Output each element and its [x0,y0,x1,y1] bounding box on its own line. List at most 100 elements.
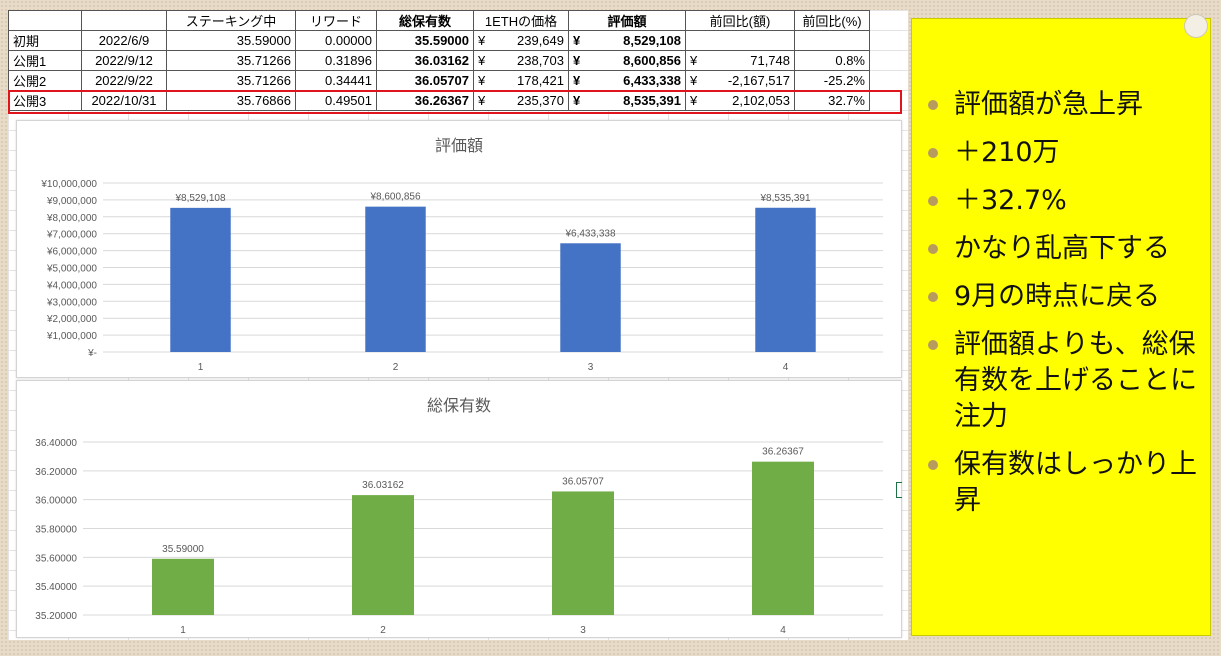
y-tick-label: 36.20000 [35,467,77,478]
header-cell[interactable] [8,10,82,31]
data-label: ¥8,535,391 [759,193,810,204]
yen-sign: ¥ [690,73,698,88]
bullet-icon [928,196,938,206]
staking-cell[interactable]: 35.76866 [166,90,296,111]
total-cell[interactable]: 36.05707 [376,70,474,91]
pct-cell[interactable]: 0.8% [794,50,870,71]
staking-cell[interactable]: 35.59000 [166,30,296,51]
row-label[interactable]: 公開3 [8,90,82,111]
bar [170,207,231,352]
bullet-icon [928,292,938,302]
value-cell[interactable]: ¥8,535,391 [568,90,686,111]
reward-cell[interactable]: 0.31896 [295,50,377,71]
price-cell[interactable]: ¥178,421 [473,70,569,91]
y-tick-label: ¥- [87,348,97,359]
note-text: ＋210万 [954,137,1060,168]
bar [552,491,614,615]
data-label: 36.03162 [362,480,404,491]
value-cell[interactable]: ¥6,433,338 [568,70,686,91]
yen-sign: ¥ [573,73,581,88]
pct-cell[interactable] [794,30,870,51]
value-cell[interactable]: ¥8,529,108 [568,30,686,51]
yen-sign: ¥ [478,73,486,88]
header-cell[interactable]: 前回比(%) [794,10,870,31]
row-label[interactable]: 公開2 [8,70,82,91]
yen-sign: ¥ [573,53,581,68]
header-cell[interactable]: ステーキング中 [166,10,296,31]
bar [755,207,816,352]
note-text: ＋32.7% [954,185,1067,216]
staking-cell[interactable]: 35.71266 [166,70,296,91]
price-value: 239,649 [517,33,564,48]
total-cell[interactable]: 36.26367 [376,90,474,111]
table-row: 公開3 2022/10/31 35.76866 0.49501 36.26367… [8,90,870,111]
y-tick-label: ¥2,000,000 [46,314,97,325]
notes-panel: 評価額が急上昇 ＋210万 ＋32.7% かなり乱高下する 9月の時点に戻る 評… [911,18,1211,636]
note-item: 評価額よりも、総保有数を上げることに注力 [926,327,1210,435]
pct-cell[interactable]: 32.7% [794,90,870,111]
reward-cell[interactable]: 0.00000 [295,30,377,51]
price-cell[interactable]: ¥235,370 [473,90,569,111]
row-label[interactable]: 公開1 [8,50,82,71]
row-label[interactable]: 初期 [8,30,82,51]
spreadsheet[interactable]: ステーキング中 リワード 総保有数 1ETHの価格 評価額 前回比(額) 前回比… [8,10,908,640]
y-tick-label: 36.40000 [35,438,77,449]
y-tick-label: 35.40000 [35,582,77,593]
date-cell[interactable]: 2022/6/9 [81,30,167,51]
reward-cell[interactable]: 0.34441 [295,70,377,91]
header-cell[interactable]: 1ETHの価格 [473,10,569,31]
y-tick-label: ¥8,000,000 [46,213,97,224]
yen-sign: ¥ [573,93,581,108]
note-text: 保有数はしっかり上昇 [954,449,1197,516]
bullet-icon [928,244,938,254]
date-cell[interactable]: 2022/9/12 [81,50,167,71]
bullet-icon [928,100,938,110]
diff-cell[interactable]: ¥2,102,053 [685,90,795,111]
yen-sign: ¥ [690,53,698,68]
reward-cell[interactable]: 0.49501 [295,90,377,111]
table-row: 公開1 2022/9/12 35.71266 0.31896 36.03162 … [8,50,870,71]
bar [352,495,414,615]
diff-value: -2,167,517 [727,73,790,88]
data-label: ¥6,433,338 [564,228,615,239]
data-label: 36.26367 [762,447,804,458]
valuation-chart[interactable]: 評価額 ¥- ¥1,000,000 ¥2,000,000 ¥3,000,000 ¥4,00… [16,120,902,378]
date-cell[interactable]: 2022/10/31 [81,90,167,111]
data-label: ¥8,600,856 [369,192,420,203]
circle-icon [1184,14,1208,38]
diff-cell[interactable] [685,30,795,51]
x-tick-label: 2 [380,625,386,636]
note-text: 評価額よりも、総保有数を上げることに注力 [954,329,1197,432]
staking-cell[interactable]: 35.71266 [166,50,296,71]
value-amount: 8,529,108 [623,33,681,48]
note-text: 9月の時点に戻る [954,281,1161,312]
cell-selection-edge [896,482,902,498]
header-cell[interactable] [81,10,167,31]
total-cell[interactable]: 35.59000 [376,30,474,51]
table-row: 公開2 2022/9/22 35.71266 0.34441 36.05707 … [8,70,870,91]
x-tick-label: 3 [580,625,586,636]
header-cell[interactable]: 総保有数 [376,10,474,31]
data-label: ¥8,529,108 [174,193,225,204]
note-item: 9月の時点に戻る [926,279,1210,315]
header-cell[interactable]: 評価額 [568,10,686,31]
header-cell[interactable]: 前回比(額) [685,10,795,31]
pct-cell[interactable]: -25.2% [794,70,870,91]
diff-cell[interactable]: ¥71,748 [685,50,795,71]
total-cell[interactable]: 36.03162 [376,50,474,71]
header-cell[interactable]: リワード [295,10,377,31]
yen-sign: ¥ [690,93,698,108]
price-cell[interactable]: ¥238,703 [473,50,569,71]
diff-cell[interactable]: ¥ -2,167,517 [685,70,795,91]
date-cell[interactable]: 2022/9/22 [81,70,167,91]
note-item: 保有数はしっかり上昇 [926,447,1210,519]
x-tick-label: 4 [780,625,786,636]
bullet-icon [928,340,938,350]
price-cell[interactable]: ¥239,649 [473,30,569,51]
value-cell[interactable]: ¥8,600,856 [568,50,686,71]
price-value: 238,703 [517,53,564,68]
yen-sign: ¥ [478,33,486,48]
yen-sign: ¥ [573,33,581,48]
summary-table[interactable]: ステーキング中 リワード 総保有数 1ETHの価格 評価額 前回比(額) 前回比… [8,10,870,111]
holdings-chart[interactable]: 総保有数 35.20000 35.40000 35.60000 35.80000 36.0… [16,380,902,638]
